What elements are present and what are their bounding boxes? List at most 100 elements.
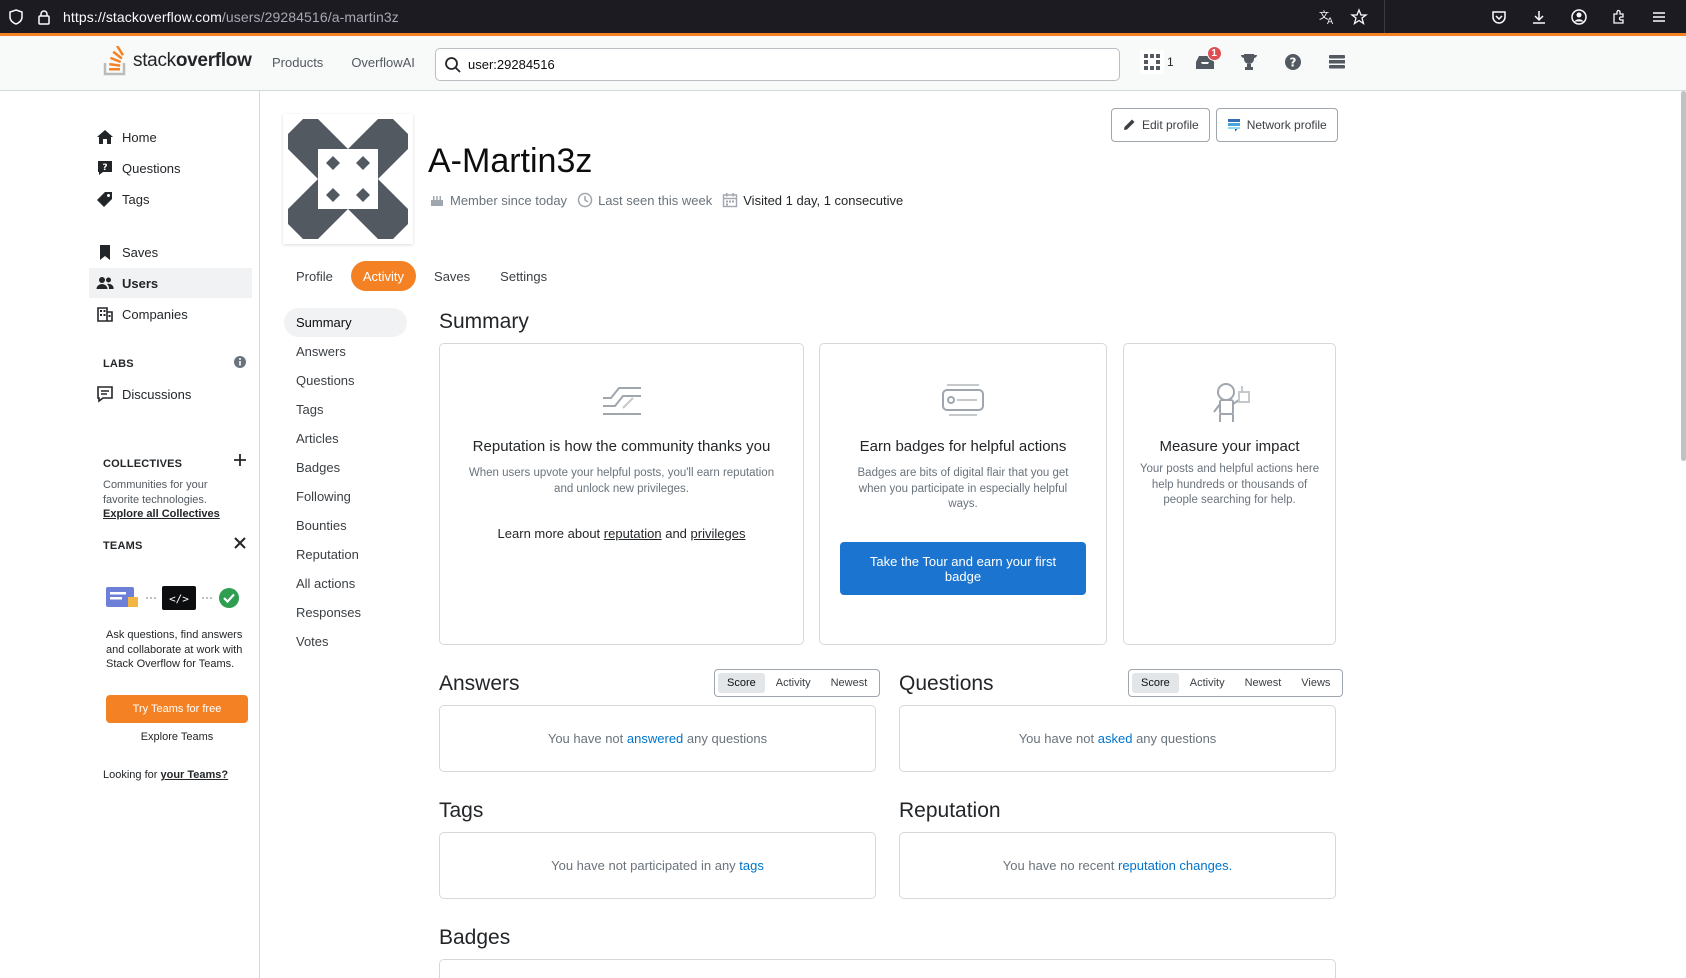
tab-saves[interactable]: Saves — [422, 261, 482, 291]
questions-sort-newest[interactable]: Newest — [1236, 673, 1291, 693]
tab-activity[interactable]: Activity — [350, 261, 417, 291]
edit-profile-button[interactable]: Edit profile — [1111, 108, 1210, 142]
menu-icon[interactable] — [1650, 8, 1668, 26]
questions-sort-score[interactable]: Score — [1132, 673, 1179, 693]
reputation-heading: Reputation — [899, 799, 1001, 822]
nav-overflowai[interactable]: OverflowAI — [351, 55, 415, 70]
network-profile-button[interactable]: Network profile — [1215, 108, 1338, 142]
inbox-button[interactable]: 1 — [1192, 46, 1222, 75]
url-path: /users/29284516/a-martin3z — [221, 8, 399, 25]
try-teams-button[interactable]: Try Teams for free — [106, 695, 248, 723]
subnav-responses[interactable]: Responses — [284, 598, 407, 627]
achievements-button[interactable] — [1236, 49, 1262, 75]
extensions-icon[interactable] — [1610, 8, 1628, 26]
explore-teams-link[interactable]: Explore Teams — [106, 731, 248, 743]
shield-icon[interactable] — [7, 8, 25, 26]
teams-title: TEAMS — [103, 540, 143, 552]
sidebar-item-discussions[interactable]: Discussions — [96, 379, 191, 409]
subnav-reputation[interactable]: Reputation — [284, 540, 407, 569]
sidebar-item-users[interactable]: Users — [89, 268, 252, 298]
reputation-link[interactable]: reputation — [604, 526, 662, 541]
plus-icon[interactable] — [233, 453, 247, 472]
answers-sort-activity[interactable]: Activity — [767, 673, 820, 693]
reputation-empty-prefix: You have no recent — [1002, 858, 1115, 873]
sidebar-item-questions[interactable]: ? Questions — [96, 153, 181, 183]
tags-link[interactable]: tags — [739, 858, 764, 873]
subnav-bounties[interactable]: Bounties — [284, 511, 407, 540]
last-seen-text: Last seen this week — [598, 192, 713, 208]
svg-text:A: A — [1327, 17, 1334, 26]
stackoverflow-logo[interactable]: stackoverflow — [103, 46, 252, 76]
subnav-tags[interactable]: Tags — [284, 395, 407, 424]
search-input[interactable] — [468, 57, 1088, 72]
profile-tabs: Profile Activity Saves Settings — [284, 261, 559, 291]
tab-settings[interactable]: Settings — [488, 261, 559, 291]
calendar-icon — [723, 193, 738, 208]
svg-text:?: ? — [1289, 56, 1296, 70]
badge-card-icon — [941, 380, 985, 421]
pocket-icon[interactable] — [1490, 8, 1508, 26]
building-icon — [96, 305, 114, 323]
home-icon — [96, 128, 114, 146]
subnav-following[interactable]: Following — [284, 482, 407, 511]
identicon-image — [283, 114, 413, 244]
site-switcher-button[interactable] — [1324, 49, 1350, 75]
nav-products[interactable]: Products — [272, 55, 323, 70]
answers-sort-newest[interactable]: Newest — [822, 673, 877, 693]
clock-icon — [577, 192, 593, 208]
subnav-summary[interactable]: Summary — [284, 308, 407, 337]
questions-sort-group: Score Activity Newest Views — [1128, 669, 1344, 697]
tab-profile[interactable]: Profile — [284, 261, 345, 291]
answered-link[interactable]: answered — [627, 731, 683, 746]
answers-sort-score[interactable]: Score — [718, 673, 765, 693]
translate-icon[interactable]: 文A — [1318, 8, 1336, 26]
search-icon — [445, 56, 461, 73]
sidebar-item-home[interactable]: Home — [96, 122, 157, 152]
user-avatar-rep[interactable]: 1 — [1140, 50, 1174, 74]
subnav-votes[interactable]: Votes — [284, 627, 407, 656]
search-box[interactable] — [435, 48, 1120, 81]
url-text[interactable]: https://stackoverflow.com/users/29284516… — [63, 9, 399, 25]
collectives-title: COLLECTIVES — [103, 458, 183, 470]
member-since-text: Member since today — [450, 192, 568, 208]
cake-icon — [431, 196, 443, 206]
subnav-answers[interactable]: Answers — [284, 337, 407, 366]
account-icon[interactable] — [1570, 8, 1588, 26]
info-icon[interactable] — [233, 355, 247, 374]
subnav-badges[interactable]: Badges — [284, 453, 407, 482]
subnav-all-actions[interactable]: All actions — [284, 569, 407, 598]
trophy-icon — [1240, 54, 1257, 70]
summary-heading: Summary — [439, 310, 529, 333]
answers-empty-prefix: You have not — [547, 731, 624, 746]
questions-empty-prefix: You have not — [1018, 731, 1095, 746]
subnav-questions[interactable]: Questions — [284, 366, 407, 395]
sidebar-item-saves[interactable]: Saves — [96, 237, 158, 267]
reputation-chart-icon — [601, 380, 643, 421]
sidebar-item-label: Users — [122, 275, 159, 291]
questions-icon: ? — [96, 159, 114, 177]
close-icon[interactable] — [233, 536, 247, 555]
sidebar-item-tags[interactable]: Tags — [96, 184, 149, 214]
labs-title: LABS — [103, 358, 134, 370]
download-icon[interactable] — [1530, 8, 1548, 26]
url-bar[interactable]: https://stackoverflow.com/users/29284516… — [0, 8, 399, 26]
avatar[interactable] — [283, 114, 413, 244]
reputation-changes-link[interactable]: reputation changes. — [1118, 858, 1232, 873]
asked-link[interactable]: asked — [1098, 731, 1133, 746]
users-icon — [96, 274, 114, 292]
your-teams-link[interactable]: your Teams? — [160, 769, 228, 781]
lock-icon[interactable] — [35, 8, 53, 26]
privileges-link[interactable]: privileges — [691, 526, 746, 541]
help-button[interactable]: ? — [1280, 49, 1306, 75]
questions-sort-views[interactable]: Views — [1292, 673, 1339, 693]
answers-sort-group: Score Activity Newest — [714, 669, 881, 697]
subnav-articles[interactable]: Articles — [284, 424, 407, 453]
page-scrollbar[interactable] — [1681, 91, 1686, 461]
member-since: Member since today — [429, 192, 567, 208]
sidebar-item-companies[interactable]: Companies — [96, 299, 188, 329]
site-header: stackoverflow Products OverflowAI 1 1 — [0, 33, 1686, 91]
explore-collectives-link[interactable]: Explore all Collectives — [103, 508, 220, 520]
take-tour-button[interactable]: Take the Tour and earn your first badge — [840, 542, 1086, 595]
questions-sort-activity[interactable]: Activity — [1181, 673, 1234, 693]
bookmark-star-icon[interactable] — [1350, 7, 1368, 26]
